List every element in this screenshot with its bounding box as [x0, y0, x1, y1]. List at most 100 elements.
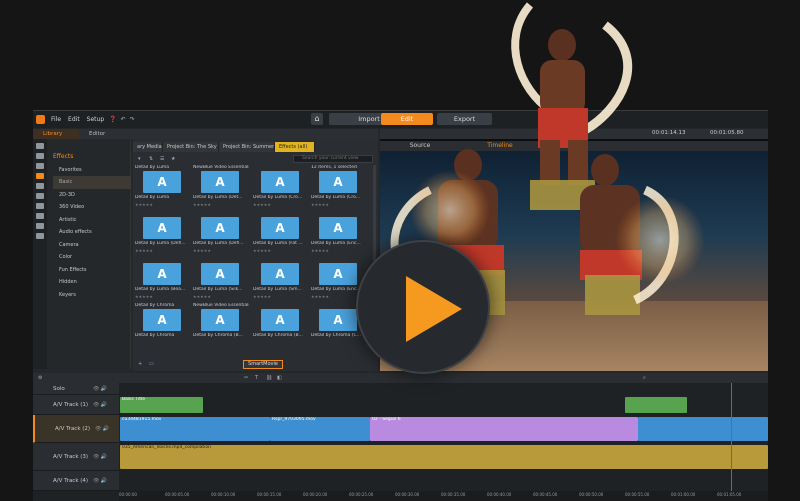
audio-icon[interactable] — [36, 183, 44, 189]
smartmovie-button[interactable]: SmartMovie — [243, 360, 283, 369]
effect-caption: Detail by Luma (Sm... — [253, 287, 302, 292]
razor-icon[interactable]: ✂ — [244, 375, 250, 381]
rating-stars: ★★★★★ — [311, 294, 329, 299]
effect-thumbnail: A — [319, 263, 357, 285]
track-settings-icon[interactable]: ⚙ — [38, 375, 44, 381]
visibility-icon[interactable]: 👁 🔊 — [93, 386, 107, 392]
menu-edit[interactable]: Edit — [67, 116, 81, 123]
title-clip-2[interactable] — [625, 397, 687, 413]
undo-icon[interactable]: ↶ — [121, 116, 126, 123]
list-item[interactable]: Detail by Luma A Detail by Luma ★★★★★ — [135, 165, 191, 211]
playhead[interactable] — [731, 383, 732, 501]
menu-setup[interactable]: Setup — [86, 116, 105, 123]
effect-caption: Detail by Luma (Det... — [193, 195, 243, 200]
ruler-tick: 00:00:10.00 — [211, 492, 236, 497]
tree-item-artistic[interactable]: Artistic — [53, 214, 131, 227]
folder-icon[interactable]: ▭ — [149, 361, 155, 367]
magnet-icon[interactable]: ◧ — [277, 375, 283, 381]
tree-item-2d3d[interactable]: 2D-3D — [53, 189, 131, 202]
video-clip[interactable]: 02 - Segue 6 — [370, 417, 638, 441]
rating-stars: ★★★★★ — [311, 248, 329, 253]
sort-icon[interactable]: ⇅ — [149, 156, 155, 162]
list-item[interactable]: A Detail by Luma (Sm... ★★★★★ — [253, 257, 309, 303]
library-icon[interactable] — [36, 143, 44, 149]
track-header-av1[interactable]: A/V Track (1) 👁 🔊 — [33, 395, 119, 415]
library-sidebar: Effects Favorites Basic 2D-3D 360 Video … — [33, 139, 131, 369]
video-clip[interactable]: cu34481915.mov — [120, 417, 270, 441]
home-button[interactable]: ⌂ — [311, 113, 323, 125]
tree-item-fun-effects[interactable]: Fun Effects — [53, 264, 131, 277]
list-item[interactable]: NewBlue Video Essentials VII A Detail by… — [193, 165, 249, 211]
tree-item-color[interactable]: Color — [53, 251, 131, 264]
filter-icon[interactable]: ▾ — [138, 156, 144, 162]
effect-caption: Detail by Chroma (C... — [311, 333, 361, 338]
play-button[interactable] — [356, 240, 490, 374]
effect-caption: Detail by Luma (Enc... — [311, 241, 361, 246]
effect-caption: Detail by Luma (Cro... — [253, 195, 303, 200]
list-item[interactable]: NewBlue Video Essentials VII A Detail by… — [193, 303, 249, 349]
track-header-av4[interactable]: A/V Track (4) 👁 🔊 — [33, 471, 119, 491]
search-input[interactable]: Search your current view — [293, 155, 373, 163]
list-item[interactable]: A Detail by Luma (Defi... ★★★★★ — [193, 211, 249, 257]
add-icon[interactable]: + — [138, 361, 144, 367]
list-item[interactable]: A Detail by Luma (Bea... ★★★★★ — [135, 257, 191, 303]
audio-clip[interactable]: 035_American_Voices.mp4_compilation — [120, 445, 768, 469]
visibility-icon[interactable]: 👁 🔊 — [95, 426, 109, 432]
tree-item-keyers[interactable]: Keyers — [53, 289, 131, 302]
help-icon[interactable]: ❓ — [109, 116, 116, 123]
rating-stars: ★★★★★ — [193, 202, 211, 207]
settings-icon[interactable] — [36, 233, 44, 239]
tools-icon[interactable] — [36, 213, 44, 219]
list-item[interactable]: 12 items, 1 selected A Detail by Luma (C… — [311, 165, 367, 211]
tree-item-audio-effects[interactable]: Audio effects — [53, 226, 131, 239]
section-header: NewBlue Video Essentials VII — [193, 303, 249, 308]
tab-editor[interactable]: Editor — [79, 129, 115, 139]
ruler-tick: 00:01:05.00 — [717, 492, 742, 497]
tree-item-camera[interactable]: Camera — [53, 239, 131, 252]
visibility-icon[interactable]: 👁 🔊 — [93, 454, 107, 460]
list-item[interactable]: A Detail by Chroma (B... — [253, 303, 309, 349]
tree-item-favorites[interactable]: Favorites — [53, 164, 131, 177]
list-item[interactable]: A Detail by Luma (Silk... ★★★★★ — [193, 257, 249, 303]
video-clip[interactable]: Rspr_9703095.mov — [270, 417, 370, 441]
video-clip[interactable] — [638, 417, 768, 441]
track-header-av2[interactable]: A/V Track (2) 👁 🔊 — [33, 415, 119, 443]
list-item[interactable]: A Detail by Luma (Defi... ★★★★★ — [135, 211, 191, 257]
visibility-icon[interactable]: 👁 🔊 — [93, 402, 107, 408]
tree-item-hidden[interactable]: Hidden — [53, 276, 131, 289]
title-clip[interactable]: Basic Title — [120, 397, 203, 413]
effects-icon[interactable] — [36, 173, 44, 179]
tree-item-basic[interactable]: Basic — [53, 176, 131, 189]
tab-project-bin-1[interactable]: Project Bin: The Sky is... — [163, 142, 219, 152]
rating-stars: ★★★★★ — [135, 248, 153, 253]
content-bottom-bar: + ▭ SmartMovie — [133, 359, 378, 369]
tree-item-360[interactable]: 360 Video — [53, 201, 131, 214]
tab-media[interactable]: ary Media — [133, 142, 163, 152]
view-icon[interactable]: ☰ — [160, 156, 166, 162]
tab-project-bin-2[interactable]: Project Bin: Summer H... — [219, 142, 275, 152]
list-item[interactable]: A Detail by Luma (Enc... ★★★★★ — [311, 211, 367, 257]
track-header-solo[interactable]: Solo 👁 🔊 — [33, 383, 119, 395]
tab-library[interactable]: Library — [33, 129, 79, 139]
project-icon[interactable] — [36, 163, 44, 169]
menu-file[interactable]: File — [50, 116, 62, 123]
text-icon[interactable] — [36, 203, 44, 209]
list-item[interactable]: Detail by Chroma A Detail by Chroma — [135, 303, 191, 349]
transitions-icon[interactable] — [36, 193, 44, 199]
rating-icon[interactable]: ★ — [171, 156, 177, 162]
effect-thumbnail: A — [201, 263, 239, 285]
link-icon[interactable]: ⛓ — [266, 375, 272, 381]
visibility-icon[interactable]: 👁 🔊 — [93, 478, 107, 484]
text-tool-icon[interactable]: T — [255, 375, 261, 381]
zoom-icon[interactable]: ⌕ — [643, 375, 649, 381]
track-header-av3[interactable]: A/V Track (3) 👁 🔊 — [33, 443, 119, 471]
tree-heading[interactable]: Effects — [53, 151, 131, 164]
effect-thumbnail: A — [143, 263, 181, 285]
redo-icon[interactable]: ↷ — [130, 116, 135, 123]
media-icon[interactable] — [36, 153, 44, 159]
list-item[interactable]: A Detail by Luma (Cro... ★★★★★ — [253, 165, 309, 211]
themes-icon[interactable] — [36, 223, 44, 229]
list-item[interactable]: A Detail by Luma (Fat ... ★★★★★ — [253, 211, 309, 257]
tab-effects-all[interactable]: Effects (all) — [275, 142, 315, 152]
section-header: Detail by Chroma — [135, 303, 175, 308]
